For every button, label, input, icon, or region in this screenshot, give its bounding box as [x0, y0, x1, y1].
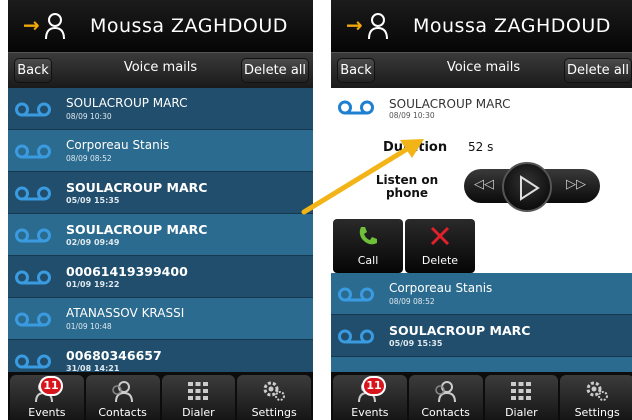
play-icon	[520, 175, 540, 201]
voicemail-icon	[15, 102, 51, 117]
listen-on-phone-label: Listen on phone	[375, 173, 439, 200]
tab-label: Events	[28, 406, 66, 419]
tab-settings[interactable]: Settings	[560, 375, 632, 420]
caller-name: SOULACROUP MARC	[66, 96, 188, 110]
toolbar: Back Voice mails Delete all	[8, 52, 313, 88]
delete-x-icon	[430, 226, 450, 246]
tab-settings[interactable]: Settings	[237, 375, 311, 420]
person-icon	[45, 13, 65, 40]
voicemail-date: 08/09 08:52	[389, 297, 435, 306]
duration-value: 52 s	[468, 140, 494, 154]
header-title: Moussa ZAGHDOUD	[90, 15, 288, 37]
phone-icon	[359, 227, 377, 245]
tab-events[interactable]: 11 Events	[333, 375, 407, 420]
tab-label: Dialer	[182, 406, 215, 419]
voicemail-icon	[338, 100, 374, 115]
voicemail-detail: SOULACROUP MARC 08/09 10:30 Duration 52 …	[331, 88, 632, 219]
tab-events[interactable]: 11 Events	[10, 375, 84, 420]
caller-name: SOULACROUP MARC	[389, 323, 531, 338]
voicemail-date: 08/09 10:30	[66, 112, 112, 121]
tab-bar: 11 Events Contacts Dialer Settings	[331, 372, 632, 420]
voicemail-list-screen: → Moussa ZAGHDOUD Back Voice mails Delet…	[8, 0, 313, 420]
tab-label: Contacts	[98, 406, 147, 419]
fast-forward-icon[interactable]: ▷▷	[566, 177, 586, 192]
tab-contacts[interactable]: Contacts	[408, 375, 483, 420]
caller-name: Corporeau Stanis	[389, 281, 493, 295]
voicemail-icon	[15, 354, 51, 369]
caller-name: ATANASSOV KRASSI	[66, 306, 185, 320]
caller-name: 00061419399400	[66, 264, 188, 279]
tab-label: Settings	[574, 406, 620, 419]
header-bar: → Moussa ZAGHDOUD	[8, 0, 313, 52]
voicemail-icon	[338, 329, 374, 344]
events-badge: 11	[362, 376, 386, 396]
voicemail-date: 02/09 09:49	[66, 238, 120, 247]
settings-icon	[586, 381, 609, 401]
tab-contacts[interactable]: Contacts	[85, 375, 160, 420]
delete-label: Delete	[421, 254, 459, 267]
dialer-icon	[188, 382, 209, 400]
toolbar: Back Voice mails Delete all	[331, 52, 632, 88]
list-item[interactable]: 00061419399400 01/09 19:22	[8, 256, 313, 298]
voicemail-date: 05/09 15:35	[389, 339, 443, 348]
voicemail-list: Corporeau Stanis 08/09 08:52 SOULACROUP …	[331, 273, 632, 387]
tab-dialer[interactable]: Dialer	[161, 375, 236, 420]
caller-name: SOULACROUP MARC	[389, 97, 511, 111]
list-item[interactable]: SOULACROUP MARC 05/09 15:35	[331, 315, 632, 357]
delete-all-button[interactable]: Delete all	[241, 58, 309, 83]
call-button[interactable]: Call	[333, 219, 403, 273]
play-button[interactable]	[502, 162, 552, 212]
list-item[interactable]: ATANASSOV KRASSI 01/09 10:48	[8, 298, 313, 340]
duration-label: Duration	[383, 140, 448, 155]
voicemail-actions: Call Delete	[331, 219, 632, 273]
tab-label: Settings	[251, 406, 297, 419]
voicemail-date: 05/09 15:35	[66, 196, 120, 205]
delete-all-button[interactable]: Delete all	[564, 58, 632, 83]
voicemail-date: 01/09 19:22	[66, 280, 120, 289]
arrow-right-icon: →	[23, 13, 40, 37]
settings-icon	[263, 381, 286, 401]
arrow-right-icon: →	[346, 13, 363, 37]
voicemail-icon	[15, 270, 51, 285]
caller-name: SOULACROUP MARC	[66, 222, 208, 237]
contacts-icon	[111, 381, 133, 403]
call-label: Call	[357, 254, 379, 267]
caller-name: Corporeau Stanis	[66, 138, 170, 152]
caller-name: SOULACROUP MARC	[66, 180, 208, 195]
voicemail-list: SOULACROUP MARC 08/09 10:30 Corporeau St…	[8, 88, 313, 382]
tab-bar: 11 Events Contacts Dialer Settings	[8, 372, 313, 420]
voicemail-icon	[15, 186, 51, 201]
caller-name: 00680346657	[66, 348, 162, 363]
rewind-icon[interactable]: ◁◁	[474, 177, 494, 192]
header-title: Moussa ZAGHDOUD	[413, 15, 611, 37]
tab-label: Contacts	[421, 406, 470, 419]
contacts-icon	[434, 381, 456, 403]
person-icon	[368, 13, 388, 40]
list-item[interactable]: Corporeau Stanis 08/09 08:52	[8, 130, 313, 172]
voicemail-icon	[15, 228, 51, 243]
header-bar: → Moussa ZAGHDOUD	[331, 0, 632, 52]
voicemail-icon	[338, 287, 374, 302]
tab-label: Dialer	[505, 406, 538, 419]
voicemail-date: 08/09 10:30	[389, 111, 435, 120]
delete-button[interactable]: Delete	[405, 219, 475, 273]
voicemail-icon	[15, 144, 51, 159]
tab-dialer[interactable]: Dialer	[484, 375, 559, 420]
dialer-icon	[511, 382, 532, 400]
voicemail-date: 08/09 08:52	[66, 154, 112, 163]
list-item[interactable]: SOULACROUP MARC 02/09 09:49	[8, 214, 313, 256]
list-item[interactable]: SOULACROUP MARC 08/09 10:30	[8, 88, 313, 130]
list-item[interactable]: SOULACROUP MARC 05/09 15:35	[8, 172, 313, 214]
events-badge: 11	[39, 376, 63, 396]
list-item[interactable]: Corporeau Stanis 08/09 08:52	[331, 273, 632, 315]
voicemail-icon	[15, 312, 51, 327]
tab-label: Events	[351, 406, 389, 419]
voicemail-detail-screen: → Moussa ZAGHDOUD Back Voice mails Delet…	[331, 0, 632, 420]
voicemail-date: 01/09 10:48	[66, 322, 112, 331]
